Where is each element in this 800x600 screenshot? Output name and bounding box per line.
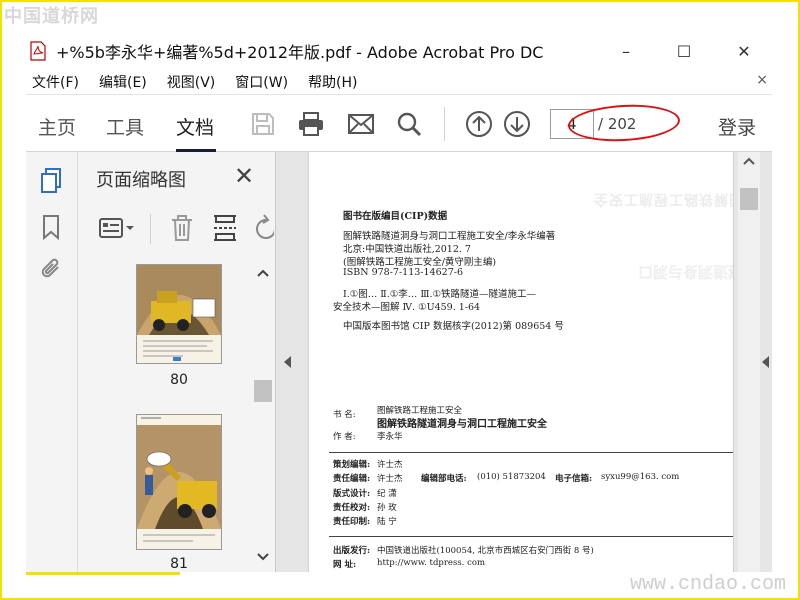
editor-phone-label: 编辑部电话:: [421, 474, 467, 484]
thumbnail-scrollbar[interactable]: [254, 262, 272, 568]
proof: 孙 玫: [377, 503, 397, 513]
insert-page-icon[interactable]: [212, 214, 238, 246]
planning-editor-label: 策划编辑:: [333, 460, 371, 470]
tab-home[interactable]: 主页: [38, 113, 76, 140]
window-title: +%5b李永华+编著%5d+2012年版.pdf - Adobe Acrobat…: [56, 43, 544, 62]
left-navigation-rail: [26, 152, 78, 572]
publisher-label: 出版发行:: [333, 546, 371, 556]
cip-line: 北京:中国铁道出版社,2012. 7: [343, 244, 471, 255]
publisher: 中国铁道出版社(100054, 北京市西城区右安门西街 8 号): [377, 546, 594, 556]
cip-heading: 图书在版编目(CIP)数据: [343, 211, 448, 222]
book-title: 图解铁路隧道洞身与洞口工程施工安全: [377, 419, 547, 430]
menu-edit[interactable]: 编辑(E): [99, 72, 147, 92]
panel-close-icon[interactable]: ✕: [234, 162, 254, 190]
thumbnail-panel: 页面缩略图 ✕ 80 81: [78, 152, 276, 572]
main-toolbar: 主页 工具 文档 4 / 202 登录: [26, 94, 772, 152]
bottom-watermark: www.cndao.com: [629, 573, 786, 596]
page-down-icon[interactable]: [502, 109, 532, 139]
menu-close-icon[interactable]: ×: [756, 72, 768, 88]
bookmark-icon[interactable]: [36, 212, 66, 242]
bleed-through-text: 图解铁路工程施工安全: [593, 191, 734, 207]
cip-line: 图解铁路隧道洞身与洞口工程施工安全/李永华编著: [343, 231, 556, 242]
page-rule: [329, 452, 733, 453]
cip-line: ISBN 978-7-113-14627-6: [343, 267, 463, 278]
top-watermark: 中国道桥网: [4, 6, 99, 27]
close-window-button[interactable]: ✕: [724, 36, 764, 66]
page-thumbnail-81[interactable]: [136, 414, 222, 550]
print-icon[interactable]: [296, 109, 326, 139]
page-thumbnail-80[interactable]: [136, 264, 222, 364]
menu-help[interactable]: 帮助(H): [308, 72, 357, 92]
tab-tools[interactable]: 工具: [106, 113, 144, 140]
thumbnail-options-icon[interactable]: [98, 216, 138, 246]
thumbnail-label-81: 81: [170, 556, 188, 568]
pdf-file-icon: [30, 41, 46, 61]
page-up-icon[interactable]: [464, 109, 494, 139]
login-button[interactable]: 登录: [718, 113, 756, 140]
menu-window[interactable]: 窗口(W): [235, 72, 288, 92]
pdf-page: 图解铁路工程施工安全 隧道洞身与洞口 图书在版编目(CIP)数据 图解铁路隧道洞…: [308, 152, 734, 572]
author: 李永华: [377, 432, 403, 442]
author-label: 作 者:: [333, 432, 356, 442]
page-rule: [329, 536, 733, 537]
responsible-editor-label: 责任编辑:: [333, 474, 371, 484]
save-icon[interactable]: [248, 109, 278, 139]
editor-phone: (010) 51873204: [477, 472, 546, 482]
print-label: 责任印制:: [333, 517, 371, 527]
search-icon[interactable]: [394, 109, 424, 139]
classification-line: Ⅰ.①图… Ⅱ.①李… Ⅲ.①铁路隧道—隧道施工—: [343, 289, 537, 300]
delete-page-icon[interactable]: [170, 214, 194, 246]
cip-record: 中国版本图书馆 CIP 数据核字(2012)第 089654 号: [343, 321, 564, 332]
print: 陆 宁: [377, 517, 397, 527]
menu-bar: 文件(F) 编辑(E) 视图(V) 窗口(W) 帮助(H) ×: [26, 70, 774, 94]
collapse-left-panel-icon[interactable]: [284, 356, 291, 368]
design: 纪 潇: [377, 489, 397, 499]
tab-document[interactable]: 文档: [176, 113, 214, 140]
design-label: 版式设计:: [333, 489, 371, 499]
menu-view[interactable]: 视图(V): [167, 72, 216, 92]
title-bar: +%5b李永华+编著%5d+2012年版.pdf - Adobe Acrobat…: [26, 36, 774, 66]
rotate-page-icon[interactable]: [254, 214, 274, 246]
thumbnail-toolbar: [78, 208, 276, 252]
thumbnail-label-80: 80: [170, 372, 188, 388]
toolbar-divider: [444, 107, 445, 141]
email: syxu99@163. com: [601, 472, 680, 482]
mail-icon[interactable]: [346, 109, 376, 139]
thumbnail-toolbar-divider: [150, 214, 151, 244]
responsible-editor: 许士杰: [377, 474, 403, 484]
url-label: 网 址:: [333, 560, 357, 570]
page-thumbnails-icon[interactable]: [36, 166, 66, 196]
book-label: 书 名:: [333, 410, 356, 420]
maximize-button[interactable]: ☐: [664, 36, 704, 66]
collapse-right-panel-icon[interactable]: [762, 356, 769, 368]
bleed-through-text-2: 隧道洞身与洞口: [637, 263, 734, 281]
attachment-icon[interactable]: [36, 254, 66, 284]
minimize-button[interactable]: –: [606, 36, 646, 66]
document-scrollbar[interactable]: [738, 152, 760, 572]
menu-file[interactable]: 文件(F): [32, 72, 79, 92]
url: http://www. tdpress. com: [377, 558, 486, 568]
frame-accent: [26, 572, 180, 575]
proof-label: 责任校对:: [333, 503, 371, 513]
email-label: 电子信箱:: [555, 474, 593, 484]
classification-line: 安全技术—图解 Ⅳ. ①U459. 1-64: [333, 302, 481, 313]
panel-title: 页面缩略图: [96, 170, 186, 191]
cip-line: (图解铁路工程施工安全/黄守刚主编): [343, 257, 497, 268]
planning-editor: 许士杰: [377, 460, 403, 470]
